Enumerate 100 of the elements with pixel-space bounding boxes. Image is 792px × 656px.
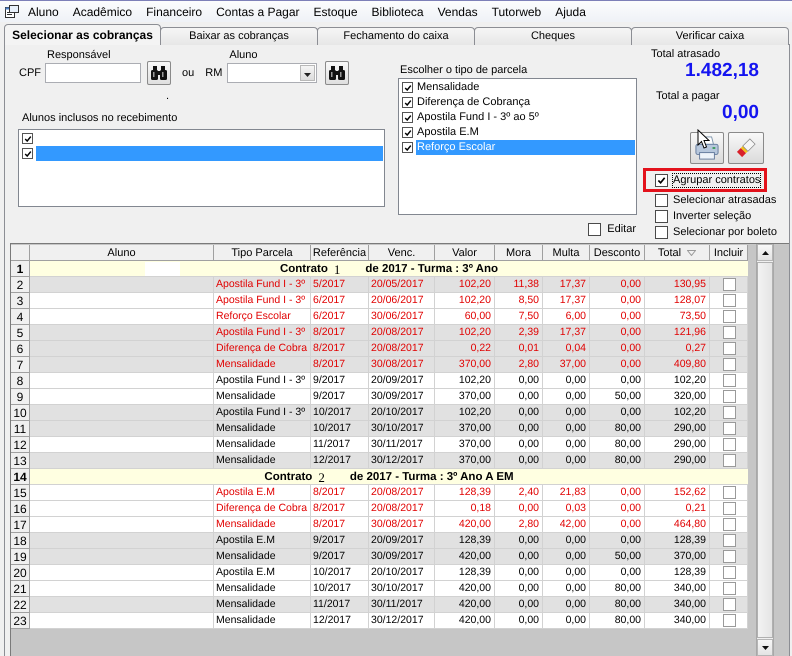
clear-button[interactable] [728,132,764,164]
include-checkbox[interactable] [722,326,736,339]
checkbox[interactable] [655,174,668,186]
table-row[interactable]: 17 Mensalidade 8/2017 30/08/2017 420,00 2,80 42,00 0,00 464,80 [11,517,748,533]
table-row[interactable]: 12 Mensalidade 11/2017 30/11/2017 370,00 0,00 0,00 80,00 290,00 [11,437,748,453]
include-checkbox[interactable] [722,486,736,499]
table-row[interactable]: 22 Mensalidade 11/2017 30/11/2017 420,00 0,00 0,00 80,00 340,00 [11,597,748,613]
contract-detail: de 2017 - Turma : 3º Ano [365,262,498,276]
checkbox[interactable] [402,82,413,93]
search-button[interactable] [147,61,171,85]
table-row[interactable]: 13 Mensalidade 12/2017 30/12/2017 370,00 0,00 0,00 80,00 290,00 [11,453,748,469]
include-checkbox[interactable] [722,438,736,451]
checkbox[interactable] [22,148,33,159]
table-row[interactable]: 23 Mensalidade 12/2017 30/12/2017 420,00 0,00 0,00 80,00 340,00 [11,613,748,629]
include-checkbox[interactable] [722,534,736,547]
student-label: Aluno [229,49,258,62]
option-label[interactable]: Selecionar por boleto [673,226,777,238]
parcel-type-item[interactable]: Mensalidade [416,80,480,95]
table-row[interactable]: 10 Apostila Fund I - 3º 10/2017 20/10/2017 102,20 0,00 0,00 0,00 102,20 [11,405,748,421]
include-checkbox[interactable] [722,342,736,355]
checkbox[interactable] [655,194,668,206]
menu-item[interactable]: Tutorweb [484,2,548,22]
table-cell: Mensalidade [214,613,311,629]
menu-item[interactable]: Aluno [21,2,66,22]
table-row[interactable]: 15 Apostila E.M 8/2017 20/08/2017 128,39 2,40 21,83 0,00 152,62 [11,485,748,501]
checkbox[interactable] [655,210,668,222]
parcel-type-item[interactable]: Apostila Fund I - 3º ao 5º [416,110,540,125]
table-row[interactable]: 7 Mensalidade 8/2017 30/08/2017 370,00 2,80 37,00 0,00 409,80 [11,357,748,373]
option-label[interactable]: Selecionar atrasadas [673,194,776,206]
row-number: 2 [11,277,30,293]
parcel-type-item[interactable]: Diferença de Cobrança [416,95,532,110]
tab[interactable]: Fechamento do caixa [317,27,475,45]
option-label[interactable]: Inverter seleção [673,210,752,222]
include-checkbox[interactable] [722,294,736,307]
scroll-down-button[interactable] [757,639,773,656]
scroll-up-button[interactable] [757,244,773,261]
table-row[interactable]: 6 Diferença de Cobra 8/2017 20/08/2017 0,22 0,01 0,04 0,00 0,27 [11,341,748,357]
table-row[interactable]: 8 Apostila Fund I - 3º 9/2017 20/09/2017 102,20 0,00 0,00 0,00 102,20 [11,373,748,389]
table-row[interactable]: 9 Mensalidade 9/2017 30/09/2017 370,00 0,00 0,00 50,00 320,00 [11,389,748,405]
table-row[interactable]: 21 Mensalidade 10/2017 30/10/2017 420,00 0,00 0,00 80,00 340,00 [11,581,748,597]
include-checkbox[interactable] [722,582,736,595]
checkbox[interactable] [402,97,413,108]
table-row[interactable]: 2 Apostila Fund I - 3º 5/2017 20/05/2017 102,20 11,38 17,37 0,00 130,95 [11,277,748,293]
table-row[interactable]: 5 Apostila Fund I - 3º 8/2017 20/08/2017 102,20 2,39 17,37 0,00 121,96 [11,325,748,341]
edit-label[interactable]: Editar [607,222,636,236]
search-button[interactable] [325,61,350,85]
checkbox[interactable] [588,222,602,236]
menu-item[interactable]: Contas a Pagar [209,2,306,22]
cpf-field[interactable] [45,63,141,83]
table-row[interactable]: 16 Diferença de Cobra 8/2017 20/08/2017 0,18 0,00 0,03 0,00 0,21 [11,501,748,517]
rm-combo[interactable] [227,63,318,83]
tab[interactable]: Selecionar as cobranças [4,24,161,45]
table-row[interactable]: 4 Reforço Escolar 6/2017 30/06/2017 60,00 7,50 6,00 0,00 73,50 [11,309,748,325]
window-icon[interactable] [5,5,19,18]
tab[interactable]: Verificar caixa [631,27,789,45]
row-number: 1 [11,261,30,277]
checkbox[interactable] [402,112,413,123]
menu-item[interactable]: Estoque [306,2,365,22]
include-checkbox[interactable] [722,454,736,467]
table-row[interactable]: 11 Mensalidade 10/2017 30/10/2017 370,00 0,00 0,00 80,00 290,00 [11,421,748,437]
include-checkbox[interactable] [722,502,736,515]
table-row[interactable]: 18 Apostila E.M 9/2017 20/09/2017 128,39 0,00 0,00 0,00 128,39 [11,533,748,549]
menu-item[interactable]: Vendas [430,2,485,22]
include-checkbox[interactable] [722,614,736,627]
total-label: Total atrasado [651,48,720,61]
responsible-label: Responsável [47,49,111,62]
include-checkbox[interactable] [722,406,736,419]
menu-item[interactable]: Financeiro [139,2,210,22]
row-number: 16 [11,501,30,517]
scroll-thumb[interactable] [757,262,773,638]
include-checkbox[interactable] [722,374,736,387]
tab[interactable]: Baixar as cobranças [160,27,318,45]
include-checkbox[interactable] [722,358,736,371]
include-checkbox[interactable] [722,390,736,403]
include-checkbox[interactable] [722,422,736,435]
include-checkbox[interactable] [722,310,736,323]
include-checkbox[interactable] [722,278,736,291]
checkbox[interactable] [22,133,33,144]
parcel-type-item[interactable]: Apostila E.M [416,125,480,140]
table-row[interactable]: 3 Apostila Fund I - 3º 6/2017 20/06/2017 102,20 8,50 17,37 0,00 128,07 [11,293,748,309]
menu-item[interactable]: Acadêmico [66,2,140,22]
row-number: 7 [11,357,30,373]
checkbox[interactable] [655,226,668,238]
option-label[interactable]: Agrupar contratos [673,174,760,186]
menu-item[interactable]: Biblioteca [364,2,431,22]
table-cell: 0,00 [543,613,590,629]
table-row[interactable]: 19 Mensalidade 9/2017 30/09/2017 420,00 0,00 0,00 50,00 370,00 [11,549,748,565]
checkbox[interactable] [402,127,413,138]
cpf-label: CPF [19,66,41,81]
row-number: 11 [11,421,30,437]
checkbox[interactable] [402,142,413,153]
menu-item[interactable]: Ajuda [548,2,593,22]
table-row[interactable]: 20 Apostila E.M 10/2017 20/10/2017 128,39 0,00 0,00 0,00 128,39 [11,565,748,581]
include-checkbox[interactable] [722,566,736,579]
row-number: 10 [11,405,30,421]
up-arrow-icon [762,250,768,254]
include-checkbox[interactable] [722,550,736,563]
include-checkbox[interactable] [722,518,736,531]
tab[interactable]: Cheques [474,27,632,45]
include-checkbox[interactable] [722,598,736,611]
